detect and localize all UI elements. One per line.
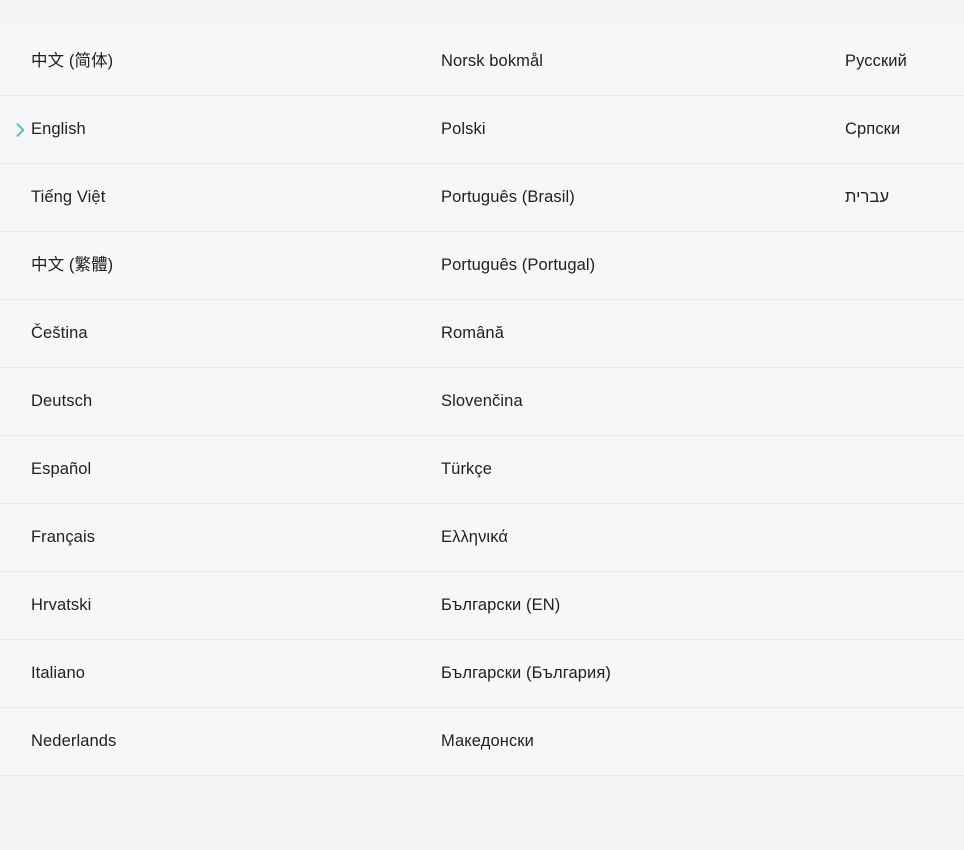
language-option[interactable]: Română xyxy=(441,300,845,367)
language-row: Français Ελληνικά xyxy=(0,504,964,572)
language-option[interactable]: Tiếng Việt xyxy=(0,164,441,231)
language-row: Čeština Română xyxy=(0,300,964,368)
language-option[interactable]: Italiano xyxy=(0,640,441,707)
language-option[interactable]: Français xyxy=(0,504,441,571)
language-option[interactable]: Српски xyxy=(845,96,964,163)
language-name: Français xyxy=(31,528,96,547)
language-name: Hrvatski xyxy=(31,596,92,615)
language-row: Hrvatski Български (EN) xyxy=(0,572,964,640)
language-option[interactable]: English xyxy=(0,96,441,163)
list-bottom-spacer xyxy=(0,776,964,823)
language-option[interactable]: 中文 (繁體) xyxy=(0,232,441,299)
language-option[interactable]: Norsk bokmål xyxy=(441,28,845,95)
language-name: Slovenčina xyxy=(441,392,523,411)
language-name: Čeština xyxy=(31,324,88,343)
language-option[interactable]: Македонски xyxy=(441,708,845,775)
language-name: Български (EN) xyxy=(441,596,561,615)
language-option-empty xyxy=(845,572,964,639)
language-row: Italiano Български (България) xyxy=(0,640,964,708)
language-name: עברית xyxy=(845,188,890,207)
language-list: 中文 (简体) Norsk bokmål Русский English Polski С… xyxy=(0,27,964,776)
language-option[interactable]: Deutsch xyxy=(0,368,441,435)
language-name: Български (България) xyxy=(441,664,611,683)
language-row: Español Türkçe xyxy=(0,436,964,504)
language-row: Tiếng Việt Português (Brasil) עברית xyxy=(0,164,964,232)
language-option-empty xyxy=(845,640,964,707)
language-option-empty xyxy=(845,504,964,571)
language-row: 中文 (简体) Norsk bokmål Русский xyxy=(0,28,964,96)
language-option[interactable]: Български (България) xyxy=(441,640,845,707)
language-option[interactable]: Hrvatski xyxy=(0,572,441,639)
language-option-empty xyxy=(845,436,964,503)
list-top-spacer xyxy=(0,0,964,27)
language-option-empty xyxy=(845,708,964,775)
language-option-empty xyxy=(845,232,964,299)
language-option[interactable]: Português (Portugal) xyxy=(441,232,845,299)
language-option[interactable]: 中文 (简体) xyxy=(0,28,441,95)
language-name: Русский xyxy=(845,52,907,71)
language-name: Română xyxy=(441,324,504,343)
language-name: Português (Brasil) xyxy=(441,188,575,207)
language-name: Српски xyxy=(845,120,901,139)
language-name: Tiếng Việt xyxy=(31,188,106,207)
language-name: Македонски xyxy=(441,732,534,751)
language-name: Polski xyxy=(441,120,486,139)
language-option[interactable]: Português (Brasil) xyxy=(441,164,845,231)
language-name: Português (Portugal) xyxy=(441,256,596,275)
language-option[interactable]: Čeština xyxy=(0,300,441,367)
language-option[interactable]: Español xyxy=(0,436,441,503)
language-name: Ελληνικά xyxy=(441,528,508,547)
language-row: English Polski Српски xyxy=(0,96,964,164)
language-option[interactable]: Русский xyxy=(845,28,964,95)
language-name: 中文 (繁體) xyxy=(31,256,114,275)
language-option[interactable]: עברית xyxy=(845,164,964,231)
language-name: 中文 (简体) xyxy=(31,52,114,71)
language-option[interactable]: Türkçe xyxy=(441,436,845,503)
language-name: English xyxy=(31,120,86,139)
language-selection-screen: 中文 (简体) Norsk bokmål Русский English Polski С… xyxy=(0,0,964,850)
language-option-empty xyxy=(845,300,964,367)
language-option[interactable]: Slovenčina xyxy=(441,368,845,435)
chevron-right-icon xyxy=(13,122,27,138)
language-row: Nederlands Македонски xyxy=(0,708,964,776)
language-name: Türkçe xyxy=(441,460,493,479)
language-row: Deutsch Slovenčina xyxy=(0,368,964,436)
language-option[interactable]: Ελληνικά xyxy=(441,504,845,571)
language-option[interactable]: Български (EN) xyxy=(441,572,845,639)
language-name: Deutsch xyxy=(31,392,93,411)
language-option-empty xyxy=(845,368,964,435)
language-option[interactable]: Nederlands xyxy=(0,708,441,775)
language-name: Nederlands xyxy=(31,732,117,751)
language-name: Italiano xyxy=(31,664,86,683)
language-option[interactable]: Polski xyxy=(441,96,845,163)
language-name: Norsk bokmål xyxy=(441,52,544,71)
language-row: 中文 (繁體) Português (Portugal) xyxy=(0,232,964,300)
language-name: Español xyxy=(31,460,92,479)
